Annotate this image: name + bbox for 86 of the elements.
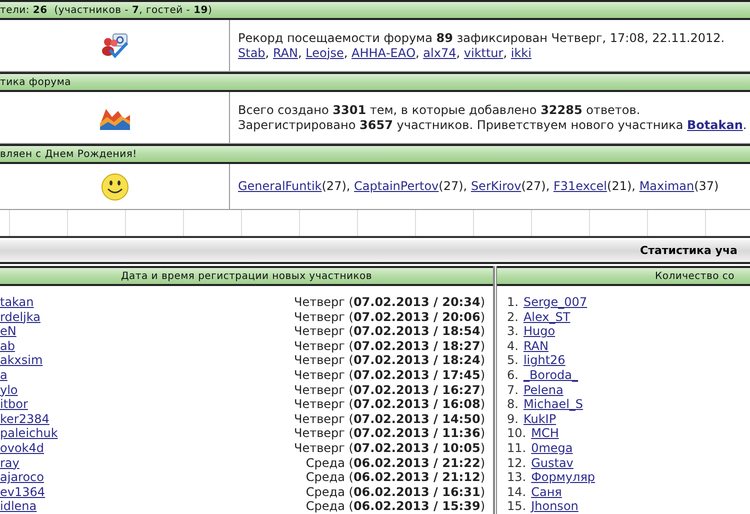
rank-number: 3. xyxy=(507,324,518,339)
user-link[interactable]: ovok4d xyxy=(0,440,44,456)
user-link[interactable]: Саня xyxy=(531,484,562,500)
registration-date: Четверг (07.02.2013 / 16:27) xyxy=(294,382,485,398)
user-link[interactable]: Gustav xyxy=(531,456,574,470)
user-link[interactable]: CaptainPertov xyxy=(354,179,439,193)
column-title: Дата и время регистрации новых участников xyxy=(120,270,374,284)
user-list: Stab, RAN, Leojse, АННА-ЕАО, alx74, vikttur, ikki xyxy=(238,46,750,60)
user-link[interactable]: RAN xyxy=(272,46,298,60)
user-link[interactable]: paleichuk xyxy=(0,426,58,441)
user-link[interactable]: light26 xyxy=(523,353,566,368)
user-link[interactable]: KukIP xyxy=(523,412,556,426)
user-link[interactable]: vikttur xyxy=(464,46,504,60)
section-title: вляен с Днем Рождения! xyxy=(0,148,137,162)
user-link[interactable]: idlena xyxy=(0,499,37,514)
registration-date: Четверг (07.02.2013 / 18:54) xyxy=(294,324,485,339)
section-title: тика форума xyxy=(0,76,72,90)
user-link[interactable]: rdeljka xyxy=(0,310,40,324)
stats-text: Зарегистрировано 3657 участников. Приветствуем нового участника Botakan. xyxy=(238,118,748,132)
rank-number: 1. xyxy=(507,295,518,310)
record-text: Рекорд посещаемости форума 89 зафиксирован Четверг, 17:08, 22.11.2012. xyxy=(238,30,726,46)
user-link[interactable]: SerKirov xyxy=(470,179,522,193)
user-link[interactable]: Hugo xyxy=(523,324,556,339)
user-link[interactable]: Leojse xyxy=(306,46,344,60)
registration-date: Четверг (07.02.2013 / 11:36) xyxy=(294,426,485,441)
rank-number: 13. xyxy=(507,470,526,485)
user-link[interactable]: Michael_S xyxy=(523,397,584,412)
user-link[interactable]: Jhonson xyxy=(531,499,578,514)
rank-number: 11. xyxy=(507,440,526,456)
registration-date: Четверг (07.02.2013 / 18:24) xyxy=(294,353,485,368)
registration-date: Среда (06.02.2013 / 21:22) xyxy=(306,456,485,470)
user-link[interactable]: akxsim xyxy=(0,353,43,368)
user-link[interactable]: eN xyxy=(0,324,16,339)
user-link[interactable]: alx74 xyxy=(423,46,456,60)
smiley-icon xyxy=(100,172,128,200)
user-link[interactable]: takan xyxy=(0,295,34,310)
rank-number: 15. xyxy=(507,499,526,514)
birthday-list: GeneralFuntik(27), CaptainPertov(27), SerKirov(27), F31excel(21), Maximan(37) xyxy=(238,179,750,194)
user-link[interactable]: Alex_ST xyxy=(523,310,570,324)
column-title: Количество со xyxy=(654,270,735,284)
statistics-title: Статистика уча xyxy=(640,242,738,259)
registration-date: Среда (06.02.2013 / 21:12) xyxy=(306,470,485,485)
user-link[interactable]: Maximan xyxy=(639,179,694,193)
user-link[interactable]: F31excel xyxy=(553,179,608,193)
user-link[interactable]: ylo xyxy=(0,382,18,398)
rank-number: 10. xyxy=(507,426,526,441)
user-link[interactable]: ikki xyxy=(510,46,532,60)
rank-number: 2. xyxy=(507,310,518,324)
registration-date: Четверг (07.02.2013 / 14:50) xyxy=(294,412,485,426)
user-link[interactable]: Botakan xyxy=(687,118,743,132)
rank-number: 7. xyxy=(507,382,518,398)
user-link[interactable]: ajaroco xyxy=(0,470,44,485)
user-link[interactable]: itbor xyxy=(0,397,28,412)
user-link[interactable]: _Boroda_ xyxy=(523,368,578,383)
rank-number: 5. xyxy=(507,353,518,368)
user-link[interactable]: Формуляр xyxy=(531,470,596,485)
registration-date: Четверг (07.02.2013 / 20:34) xyxy=(294,295,485,310)
registration-date: Среда (06.02.2013 / 16:31) xyxy=(306,484,485,500)
user-link[interactable]: a xyxy=(0,368,8,383)
stats-text: Всего создано 3301 тем, в которые добавлено 32285 ответов. xyxy=(238,102,642,118)
rank-number: 12. xyxy=(507,456,526,470)
online-count: тели: 26 (участников - 7, гостей - 19) xyxy=(0,4,212,18)
user-link[interactable]: ray xyxy=(0,456,20,470)
registration-date: Четверг (07.02.2013 / 16:08) xyxy=(294,397,485,412)
user-link[interactable]: MCH xyxy=(531,426,559,441)
user-link[interactable]: АННА-ЕАО xyxy=(351,46,416,60)
registration-date: Четверг (07.02.2013 / 18:27) xyxy=(294,338,485,354)
rank-number: 14. xyxy=(507,484,526,500)
user-link[interactable]: ker2384 xyxy=(0,412,50,426)
registration-date: Четверг (07.02.2013 / 17:45) xyxy=(294,368,485,383)
user-link[interactable]: GeneralFuntik xyxy=(238,179,322,193)
registration-date: Четверг (07.02.2013 / 20:06) xyxy=(294,310,485,324)
rank-number: 8. xyxy=(507,397,518,412)
registration-date: Среда (06.02.2013 / 15:39) xyxy=(306,499,485,514)
registration-date: Четверг (07.02.2013 / 10:05) xyxy=(294,440,485,456)
user-link[interactable]: Serge_007 xyxy=(523,295,588,310)
user-link[interactable]: Pelena xyxy=(523,382,564,398)
rank-number: 9. xyxy=(507,412,518,426)
users-check-icon xyxy=(100,32,128,58)
user-link[interactable]: 0mega xyxy=(531,440,573,456)
user-link[interactable]: ev1364 xyxy=(0,484,46,500)
user-link[interactable]: ab xyxy=(0,338,15,354)
user-link[interactable]: Stab xyxy=(238,46,266,60)
rank-number: 4. xyxy=(507,338,518,354)
user-link[interactable]: RAN xyxy=(523,338,548,354)
rank-number: 6. xyxy=(507,368,518,383)
